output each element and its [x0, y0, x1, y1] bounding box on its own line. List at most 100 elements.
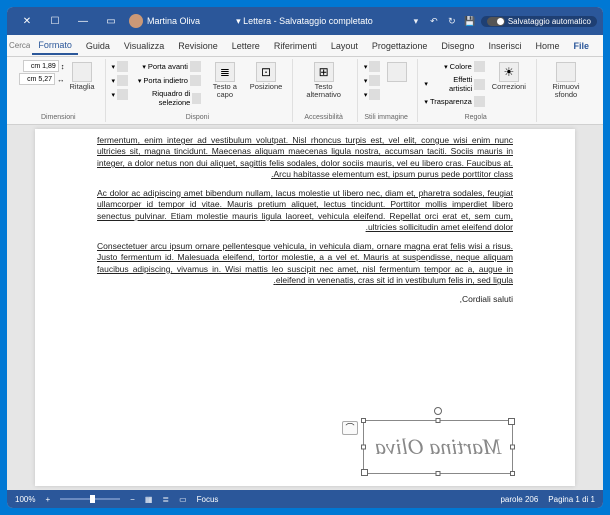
- height-icon: ↕: [61, 62, 65, 71]
- backward-icon: [190, 75, 201, 86]
- crop-icon: [72, 62, 92, 82]
- paragraph-3[interactable]: Consectetuer arcu ipsum ornare pellentes…: [97, 241, 513, 287]
- tab-design[interactable]: Disegno: [435, 38, 480, 54]
- picture-icon: [556, 62, 576, 82]
- corrections-button[interactable]: ☀Correzioni: [489, 60, 529, 93]
- minimize-button[interactable]: —: [69, 12, 97, 30]
- closing-line[interactable]: Cordiali saluti,: [97, 294, 513, 305]
- maximize-button[interactable]: ☐: [41, 12, 69, 30]
- paragraph-1[interactable]: fermentum, enim integer ad vestibulum vo…: [97, 135, 513, 181]
- page[interactable]: fermentum, enim integer ad vestibulum vo…: [35, 129, 575, 486]
- remove-bg-button[interactable]: Rimuovi sfondo: [541, 60, 591, 102]
- bring-forward-button[interactable]: Porta avanti▾: [132, 60, 203, 73]
- wrap-icon: ≣: [215, 62, 235, 82]
- rotate-handle-icon[interactable]: [434, 407, 442, 415]
- forward-icon: [190, 61, 201, 72]
- undo-icon[interactable]: ↶: [427, 14, 441, 28]
- close-button[interactable]: ✕: [13, 12, 41, 30]
- zoom-level[interactable]: 100%: [15, 495, 35, 504]
- resize-handle[interactable]: [510, 445, 515, 450]
- align-button[interactable]: ▾: [110, 60, 131, 73]
- rotate-button[interactable]: ▾: [110, 88, 131, 101]
- resize-handle[interactable]: [361, 418, 366, 423]
- group-label-size: Dimensioni: [19, 114, 98, 121]
- border-icon: [369, 61, 380, 72]
- tab-home[interactable]: Home: [529, 38, 565, 54]
- group-label-adjust: Regola: [422, 114, 529, 121]
- tab-review[interactable]: Revisione: [172, 38, 224, 54]
- brush-icon: [474, 79, 484, 90]
- group-label-access: Accessibilità: [297, 114, 350, 121]
- view-readmode-icon[interactable]: ▭: [179, 495, 187, 504]
- color-button[interactable]: Colore▾: [422, 60, 486, 73]
- chevron-down-icon[interactable]: ▾: [409, 14, 423, 28]
- tab-help[interactable]: Guida: [80, 38, 116, 54]
- effects-button[interactable]: ▾: [362, 74, 383, 87]
- ribbon: Rimuovi sfondo ☀Correzioni Colore▾ Effet…: [7, 57, 603, 125]
- transparency-icon: [474, 96, 485, 107]
- border-button[interactable]: ▾: [362, 60, 383, 73]
- tab-file[interactable]: File: [567, 38, 595, 54]
- width-icon: ↔: [57, 75, 65, 84]
- resize-handle[interactable]: [436, 471, 441, 476]
- styles-gallery[interactable]: [384, 60, 410, 84]
- tab-references[interactable]: Riferimenti: [268, 38, 323, 54]
- transparency-button[interactable]: Trasparenza▾: [422, 95, 486, 108]
- crop-button[interactable]: Ritaglia: [67, 60, 98, 93]
- save-icon[interactable]: 💾: [463, 14, 477, 28]
- tab-insert[interactable]: Inserisci: [482, 38, 527, 54]
- view-web-icon[interactable]: ▦: [145, 495, 153, 504]
- tab-mailings[interactable]: Lettere: [226, 38, 266, 54]
- resize-handle[interactable]: [436, 418, 441, 423]
- search-input[interactable]: [7, 40, 30, 52]
- signature-image[interactable]: ⌒ Martina Oliva: [363, 420, 513, 474]
- paragraph-2[interactable]: Ac dolor ac adipiscing amet bibendum nul…: [97, 188, 513, 234]
- layout-button[interactable]: ▾: [362, 88, 383, 101]
- zoom-slider[interactable]: [60, 498, 120, 500]
- resize-handle[interactable]: [361, 445, 366, 450]
- style-icon: [387, 62, 407, 82]
- selection-icon: [192, 93, 201, 104]
- group-button[interactable]: ▾: [110, 74, 131, 87]
- effects-icon: [369, 75, 380, 86]
- ribbon-tabs: File Home Inserisci Disegno Progettazion…: [7, 35, 603, 57]
- status-bar: Pagina 1 di 1 206 parole Focus ▭ ≣ ▦ − +…: [7, 490, 603, 508]
- selection-pane-button[interactable]: Riquadro di selezione: [132, 88, 203, 108]
- layout-icon: [369, 89, 380, 100]
- alt-text-button[interactable]: ⊞Testo alternativo: [297, 60, 350, 102]
- wrap-text-button[interactable]: ≣Testo a capo: [205, 60, 245, 102]
- tab-layout[interactable]: Progettazione: [366, 38, 434, 54]
- zoom-in-button[interactable]: +: [45, 495, 50, 504]
- width-input[interactable]: [19, 73, 55, 85]
- avatar[interactable]: [129, 14, 143, 28]
- app-window: Salvataggio automatico 💾 ↻ ↶ ▾ Lettera -…: [7, 7, 603, 508]
- title-bar: Salvataggio automatico 💾 ↻ ↶ ▾ Lettera -…: [7, 7, 603, 35]
- signature-text: Martina Oliva: [375, 432, 502, 462]
- toggle-switch-icon[interactable]: [487, 17, 505, 26]
- artistic-button[interactable]: Effetti artistici▾: [422, 74, 486, 94]
- document-title[interactable]: Lettera - Salvataggio completato ▾: [236, 16, 373, 27]
- tab-layout2[interactable]: Layout: [325, 38, 364, 54]
- focus-mode[interactable]: Focus: [197, 495, 219, 504]
- tab-format[interactable]: Formato: [32, 37, 78, 55]
- user-name[interactable]: Martina Oliva: [147, 16, 200, 26]
- tab-view[interactable]: Visualizza: [118, 38, 170, 54]
- window-options-icon[interactable]: ▭: [97, 12, 125, 30]
- height-input[interactable]: [23, 60, 59, 72]
- send-backward-button[interactable]: Porta indietro▾: [132, 74, 203, 87]
- zoom-out-button[interactable]: −: [130, 495, 135, 504]
- page-count[interactable]: Pagina 1 di 1: [548, 495, 595, 504]
- sun-icon: ☀: [499, 62, 519, 82]
- alttext-icon: ⊞: [314, 62, 334, 82]
- word-count[interactable]: 206 parole: [500, 495, 538, 504]
- align-icon: [117, 61, 128, 72]
- layout-options-icon[interactable]: ⌒: [342, 421, 358, 435]
- document-area[interactable]: fermentum, enim integer ad vestibulum vo…: [7, 125, 603, 490]
- group-icon: [117, 75, 128, 86]
- position-button[interactable]: ⊡Posizione: [247, 60, 286, 93]
- view-print-icon[interactable]: ≣: [162, 495, 169, 504]
- rotate-icon: [117, 89, 128, 100]
- resize-handle[interactable]: [510, 471, 515, 476]
- autosave-toggle[interactable]: Salvataggio automatico: [481, 16, 597, 27]
- sync-icon[interactable]: ↻: [445, 14, 459, 28]
